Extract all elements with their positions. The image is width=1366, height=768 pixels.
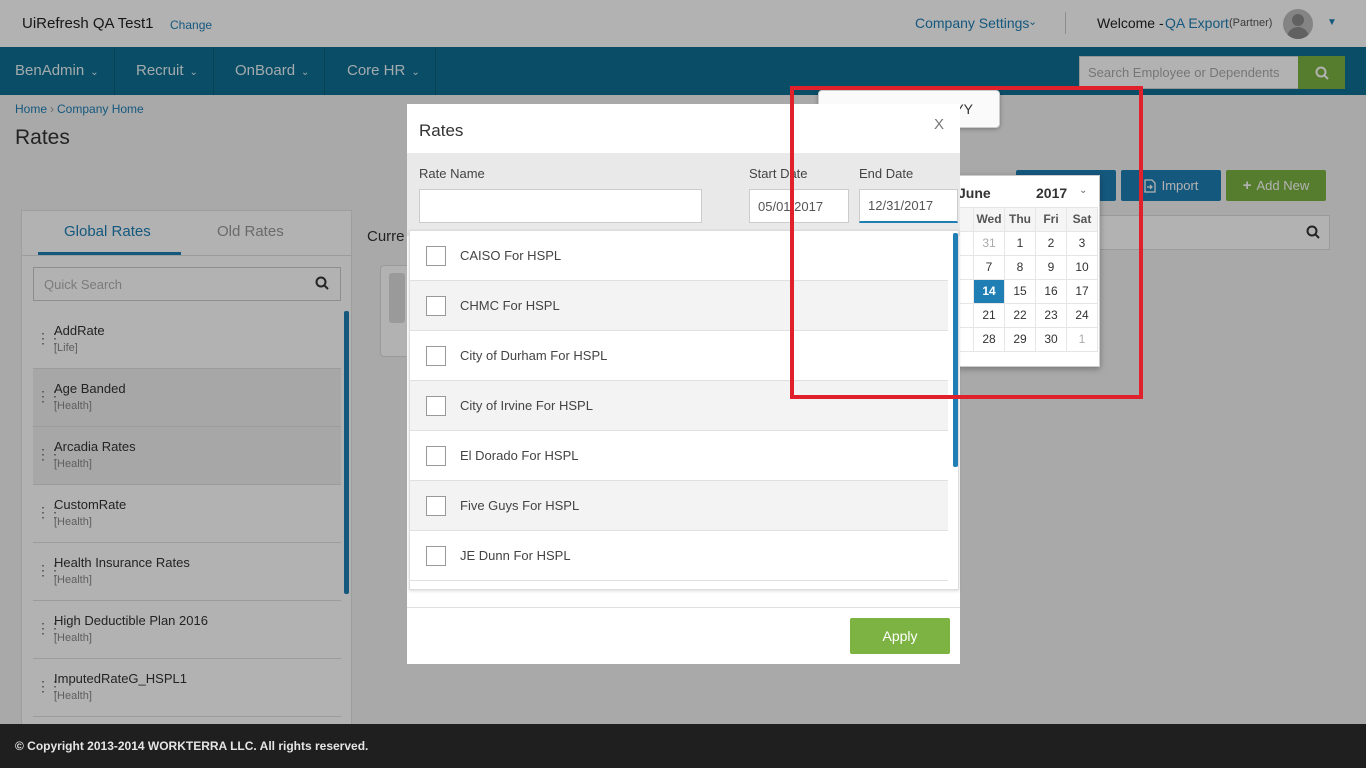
checkbox[interactable] bbox=[426, 546, 446, 566]
apply-button[interactable]: Apply bbox=[850, 618, 950, 654]
checkbox[interactable] bbox=[426, 246, 446, 266]
rate-name-input[interactable] bbox=[419, 189, 702, 223]
highlight-annotation bbox=[790, 86, 1143, 399]
modal-title: Rates bbox=[419, 121, 464, 140]
checkbox[interactable] bbox=[426, 346, 446, 366]
checkbox[interactable] bbox=[426, 396, 446, 416]
checkbox[interactable] bbox=[426, 446, 446, 466]
list-item[interactable]: El Dorado For HSPL bbox=[410, 431, 948, 481]
rate-name-label: Rate Name bbox=[419, 166, 485, 181]
modal-footer-divider bbox=[407, 607, 960, 608]
footer-copyright: © Copyright 2013-2014 WORKTERRA LLC. All… bbox=[0, 724, 1366, 768]
list-item[interactable]: Five Guys For HSPL bbox=[410, 481, 948, 531]
checkbox[interactable] bbox=[426, 496, 446, 516]
list-item[interactable]: JE Dunn For HSPL bbox=[410, 531, 948, 581]
checkbox[interactable] bbox=[426, 296, 446, 316]
